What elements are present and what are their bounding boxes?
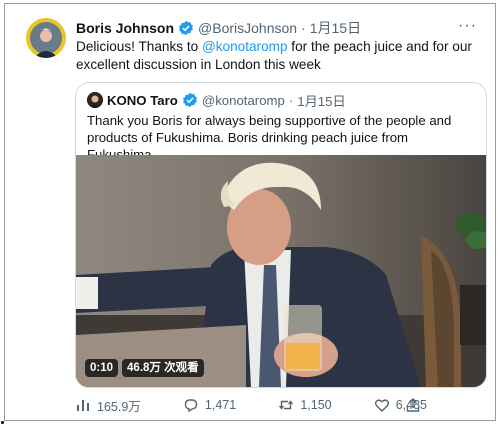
tweet-text: Delicious! Thanks to @konotaromp for the… xyxy=(76,38,476,74)
separator-dot: · xyxy=(301,20,306,36)
video-views: 46.8万 次观看 xyxy=(122,359,204,377)
quoted-author-name[interactable]: KONO Taro xyxy=(107,93,178,108)
replies-count: 1,471 xyxy=(204,398,237,412)
separator-dot: · xyxy=(288,92,294,108)
quoted-date[interactable]: 1月15日 xyxy=(297,91,345,110)
quoted-tweet[interactable]: KONO Taro @konotaromp · 1月15日 Thank you … xyxy=(75,82,487,388)
quoted-avatar-image xyxy=(87,92,103,108)
views-count: 165.9万 xyxy=(97,399,141,414)
tweet-card: Boris Johnson @BorisJohnson · 1月15日 ··· … xyxy=(4,3,496,421)
author-avatar-image xyxy=(26,18,66,58)
video-player[interactable]: 0:10 46.8万 次观看 xyxy=(76,155,486,387)
more-icon[interactable]: ··· xyxy=(458,18,477,34)
retweets-count: 1,150 xyxy=(300,398,332,412)
tweet-header: Boris Johnson @BorisJohnson · 1月15日 xyxy=(76,18,475,38)
tweet-date[interactable]: 1月15日 xyxy=(310,18,361,38)
quoted-author-handle[interactable]: @konotaromp xyxy=(202,93,285,108)
retweet-icon xyxy=(279,400,294,410)
video-thumbnail xyxy=(76,155,486,387)
quoted-avatar[interactable] xyxy=(87,92,103,108)
mention-link[interactable]: @konotaromp xyxy=(202,39,288,54)
author-avatar[interactable] xyxy=(26,18,66,58)
quoted-header: KONO Taro @konotaromp · 1月15日 xyxy=(87,91,346,109)
like-icon xyxy=(374,399,389,412)
verified-badge-icon xyxy=(182,92,197,108)
author-name[interactable]: Boris Johnson xyxy=(76,20,174,36)
views-button[interactable]: 165.9万 xyxy=(75,396,141,415)
tweet-text-start: Delicious! Thanks to xyxy=(76,39,202,54)
corner-mark xyxy=(1,421,4,424)
views-icon xyxy=(77,400,89,411)
retweet-button[interactable]: 1,150 xyxy=(278,397,332,413)
reply-icon xyxy=(184,399,198,413)
action-bar: 165.9万 1,471 1,150 6,485 xyxy=(75,395,427,415)
reply-button[interactable]: 1,471 xyxy=(183,397,236,413)
video-duration: 0:10 xyxy=(85,359,119,377)
verified-badge-icon xyxy=(179,20,193,36)
share-icon[interactable] xyxy=(405,397,421,413)
video-badges: 0:10 46.8万 次观看 xyxy=(85,359,204,377)
author-handle[interactable]: @BorisJohnson xyxy=(198,20,297,36)
